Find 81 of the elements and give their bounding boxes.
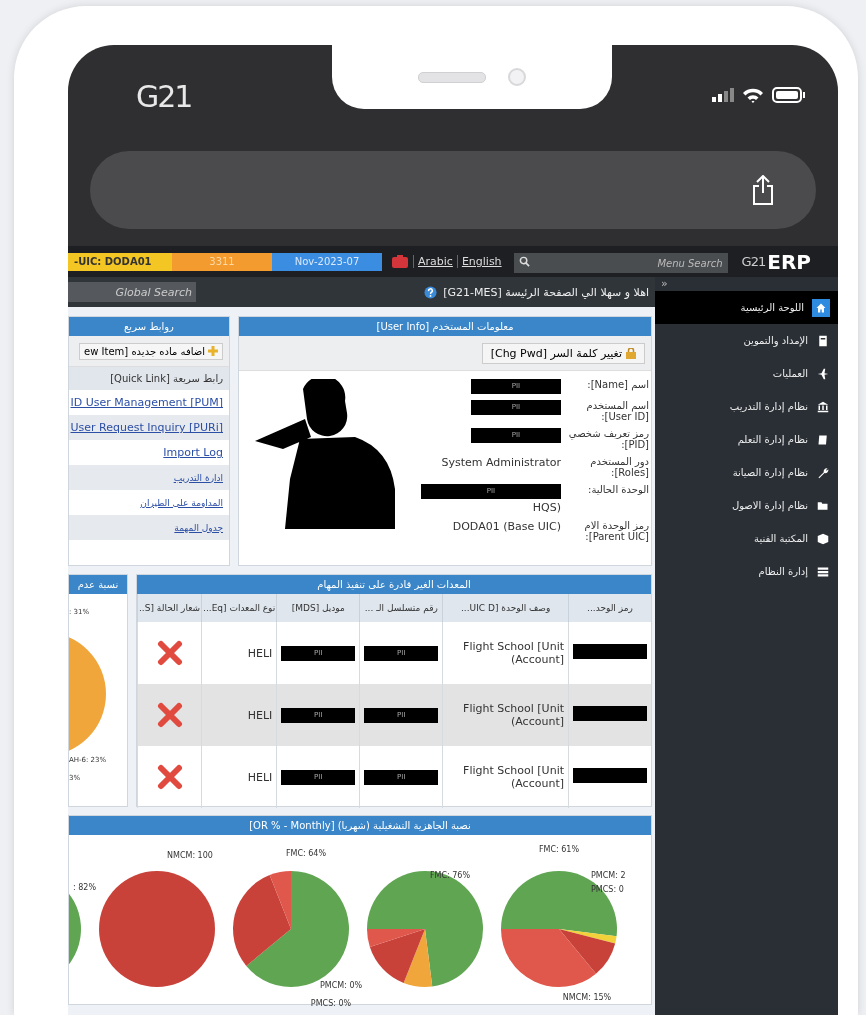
language-link[interactable]: English	[456, 255, 506, 268]
folder-icon	[817, 499, 829, 512]
menu-item[interactable]: المكتبة الفنية	[655, 522, 838, 555]
plane-icon	[817, 367, 829, 380]
column-header[interactable]: شعار الحالة [S..	[137, 594, 202, 622]
field-label: رمز الوحدة الام [Parent UIC]:	[583, 520, 649, 542]
status-badge: -UIC: DODA01	[68, 252, 172, 271]
notebook-icon	[817, 433, 829, 446]
panel-header: المعدات الغير قادرة على تنفيذ المهام	[137, 575, 651, 594]
logo-text: ERP	[767, 249, 811, 274]
menu-item[interactable]: نظام إدارة التعلم	[655, 423, 838, 456]
status-badge: 3311	[172, 252, 272, 271]
field-label: دور المستخدم [Roles]:	[589, 456, 649, 478]
language-link[interactable]: Arabic	[413, 255, 457, 268]
column-header[interactable]: وصف الوحدة [UIC D...	[442, 594, 569, 622]
list-icon	[817, 565, 829, 578]
new-item-button[interactable]: ew Item] اضافه ماده جديده	[79, 342, 223, 360]
phone-logo: G21	[136, 79, 192, 114]
welcome-text: اهلا و سهلا الي الصفحة الرئيسة [G21-MES]	[443, 285, 649, 299]
collapse-toggle[interactable]: »	[655, 277, 838, 291]
wifi-icon	[742, 87, 764, 103]
field-label: اسم المستخدم [User ID]:	[585, 400, 649, 422]
section-heading: رابط سريعة [Quick Link]	[69, 367, 229, 390]
panel-header: معلومات المستخدم [User Info]	[239, 317, 651, 336]
pie-label: : 82%	[73, 883, 97, 892]
pie-label: PMCM: 0%	[319, 981, 363, 990]
quick-link[interactable]: ID User Management [PUM]	[70, 396, 223, 409]
menu-item[interactable]: إدارة النظام	[655, 555, 838, 588]
field-label: رمز تعريف شخصي [PID]:	[567, 428, 649, 450]
bank-icon	[817, 400, 829, 413]
home-icon	[815, 301, 827, 314]
wrench-icon	[817, 466, 829, 479]
menu-item[interactable]: الإمداد والتموين	[655, 324, 838, 357]
pie-label: FMC: 64%	[285, 849, 327, 858]
global-search-field[interactable]: Global Search	[68, 282, 196, 302]
table-cell: Flight School [Unit Account])	[463, 702, 564, 728]
quick-link[interactable]: Import Log	[163, 446, 223, 459]
menu-item[interactable]: نظام إدارة الصيانة	[655, 456, 838, 489]
menu-item[interactable]: اللوحة الرئيسية	[655, 291, 838, 324]
battery-icon	[772, 87, 806, 103]
table-cell: HELI	[247, 708, 273, 722]
change-password-button[interactable]: تغيير كلمة السر [Chg Pwd]	[481, 342, 645, 364]
signal-icon	[712, 88, 734, 102]
panel-header: نصبة الجاهزية التشغيلية (شهريا) [OR % - Monthly]	[69, 816, 651, 835]
field-label: اسم [Name]:	[586, 379, 649, 393]
quick-link[interactable]: جدول المهمة	[174, 522, 223, 533]
table-cell: HELI	[247, 646, 273, 660]
book-icon	[817, 334, 829, 347]
pie-label: NMCM: 100	[167, 851, 213, 860]
column-header[interactable]: رقم متسلسل الـ ...	[359, 594, 443, 622]
quick-link[interactable]: المداومة على الطيران	[140, 497, 223, 508]
help-icon[interactable]	[424, 285, 438, 299]
menu-item[interactable]: نظام إدارة التدريب	[655, 390, 838, 423]
field-value: HQS)	[532, 501, 561, 514]
panel-header: نسبة عدم	[69, 575, 127, 594]
field-value: DODA01 (Base UIC)	[452, 520, 561, 533]
table-cell: Flight School [Unit Account])	[463, 764, 564, 790]
table-cell: HELI	[247, 770, 273, 784]
lock-icon	[626, 347, 636, 359]
field-label: الوحدة الحالية:	[587, 484, 649, 497]
pie-label: FMC: 61%	[538, 845, 580, 854]
field-value: System Administrator	[441, 456, 561, 469]
pie-label: FMC: 76%	[429, 871, 471, 880]
pie-label: PMCS: 0%	[310, 999, 352, 1008]
quick-link[interactable]: ادارة التدريب	[173, 472, 223, 483]
menu-search-field[interactable]: Menu Search	[513, 253, 728, 273]
table-cell: Flight School [Unit Account])	[463, 640, 564, 666]
logo-mark: G21	[741, 254, 766, 269]
menu-item[interactable]: نظام إدارة الاصول	[655, 489, 838, 522]
column-header[interactable]: رمز الوحد...	[568, 594, 651, 622]
status-badge: Nov-2023-07	[272, 252, 382, 271]
pdf-icon[interactable]	[392, 255, 408, 268]
menu-item[interactable]: العمليات	[655, 357, 838, 390]
plus-icon	[208, 346, 218, 356]
cube-icon	[817, 532, 829, 545]
column-header[interactable]: نوع المعدات [Eq...	[201, 594, 277, 622]
pie-label: NMCM: 15%	[562, 993, 612, 1002]
pie-label: PMCM: 2	[591, 871, 626, 880]
panel-header: روابط سريع	[69, 317, 229, 336]
column-header[interactable]: موديل [MDS]	[276, 594, 360, 622]
share-icon[interactable]	[752, 175, 774, 205]
